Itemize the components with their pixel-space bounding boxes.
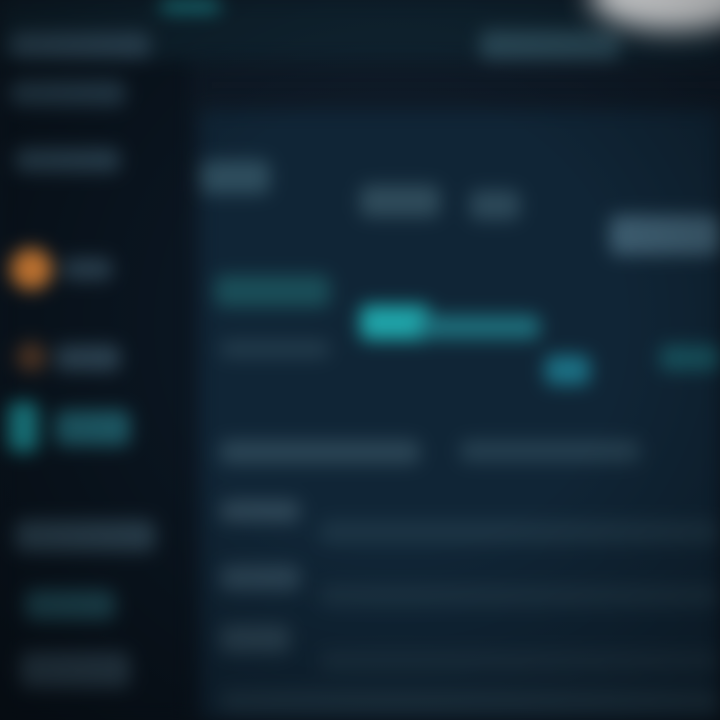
sidebar-dim-icon bbox=[16, 342, 46, 372]
sidebar-orange-icon bbox=[10, 248, 52, 290]
top-bar-tab-accent bbox=[160, 0, 220, 12]
sidebar-item-label bbox=[55, 345, 120, 371]
content-row bbox=[320, 585, 720, 607]
content-row bbox=[220, 440, 420, 464]
highlight-block bbox=[215, 275, 330, 307]
sidebar-heading bbox=[10, 32, 150, 58]
sidebar-item-label bbox=[62, 258, 112, 280]
text-block bbox=[660, 345, 720, 371]
content-row bbox=[220, 625, 290, 653]
sidebar-item-active[interactable] bbox=[55, 410, 130, 446]
content-row bbox=[220, 500, 300, 522]
sidebar-item[interactable] bbox=[15, 148, 120, 172]
content-row bbox=[460, 440, 640, 462]
header-chip bbox=[200, 160, 270, 194]
highlight-block bbox=[545, 355, 590, 385]
sidebar-item[interactable] bbox=[25, 590, 115, 620]
header-chip bbox=[470, 190, 520, 220]
highlight-block bbox=[420, 315, 540, 339]
top-bar-item bbox=[480, 30, 620, 60]
header-chip bbox=[610, 215, 720, 255]
content-row bbox=[220, 690, 720, 714]
sidebar-item[interactable] bbox=[15, 520, 155, 552]
content-row bbox=[220, 340, 330, 358]
sidebar-item[interactable] bbox=[20, 652, 130, 688]
header-chip bbox=[360, 185, 440, 217]
blurred-app-window bbox=[0, 0, 720, 720]
content-row bbox=[320, 650, 720, 672]
sidebar-item[interactable] bbox=[10, 80, 125, 106]
content-row bbox=[220, 565, 300, 591]
blurred-screen bbox=[0, 0, 720, 720]
content-row bbox=[320, 520, 720, 544]
sidebar-teal-icon bbox=[8, 402, 38, 452]
